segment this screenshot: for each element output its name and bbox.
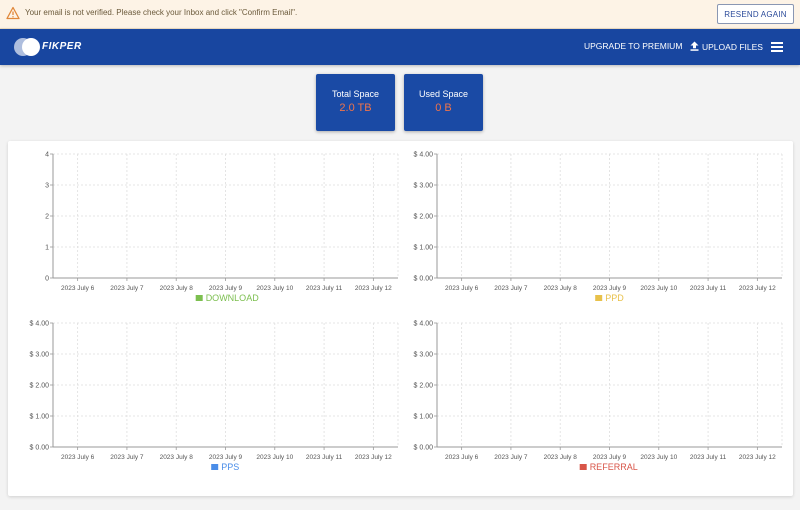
chart-0-legend-label: DOWNLOAD bbox=[206, 293, 260, 303]
chart-0-x-tick-label: 2023 July 8 bbox=[160, 285, 194, 292]
chart-3-x-tick-label: 2023 July 11 bbox=[690, 454, 727, 461]
chart-2-x-tick-label: 2023 July 9 bbox=[209, 454, 243, 461]
chart-1-x-tick-label: 2023 July 9 bbox=[593, 285, 627, 292]
chart-3-y-tick-label: $ 0.00 bbox=[414, 445, 434, 452]
logo-text: FIKPER bbox=[42, 41, 82, 52]
chart-3-x-tick-label: 2023 July 8 bbox=[544, 454, 578, 461]
chart-1-y-tick-label: $ 4.00 bbox=[414, 152, 434, 159]
chart-0-x-tick-label: 2023 July 10 bbox=[256, 285, 293, 292]
chart-0-y-tick-label: 4 bbox=[45, 152, 49, 159]
chart-2-legend-swatch bbox=[211, 464, 219, 470]
chart-1-x-tick-label: 2023 July 6 bbox=[445, 285, 479, 292]
chart-3-x-tick-label: 2023 July 12 bbox=[739, 454, 776, 461]
chart-0-y-tick-label: 0 bbox=[45, 276, 49, 283]
chart-1-x-tick-label: 2023 July 8 bbox=[544, 285, 578, 292]
chart-2-x-tick-label: 2023 July 6 bbox=[61, 454, 95, 461]
used-space-label: Used Space bbox=[418, 89, 469, 99]
chart-1-y-tick-label: $ 3.00 bbox=[414, 183, 434, 190]
resend-again-button[interactable]: RESEND AGAIN bbox=[717, 4, 794, 24]
email-verification-alert: Your email is not verified. Please check… bbox=[0, 0, 800, 29]
upload-files-link[interactable]: UPLOAD FILES bbox=[690, 41, 763, 52]
chart-2-y-tick-label: $ 4.00 bbox=[30, 321, 50, 328]
chart-3-x-tick-label: 2023 July 9 bbox=[593, 454, 627, 461]
chart-0-x-tick-label: 2023 July 12 bbox=[355, 285, 392, 292]
chart-0-y-tick-label: 3 bbox=[45, 183, 49, 190]
chart-1-legend-swatch bbox=[595, 295, 603, 301]
chart-0-y-tick-label: 2 bbox=[45, 214, 49, 221]
chart-3-y-tick-label: $ 2.00 bbox=[414, 383, 434, 390]
chart-0-x-tick-label: 2023 July 11 bbox=[306, 285, 343, 292]
chart-2-x-tick-label: 2023 July 12 bbox=[355, 454, 392, 461]
total-space-value: 2.0 TB bbox=[339, 102, 372, 114]
charts-card: 0 1 2 3 4 2023 July 6 2023 July 7 2023 July 8 20… bbox=[8, 141, 793, 496]
chart-1-y-tick-label: $ 1.00 bbox=[414, 245, 434, 252]
chart-3-x-tick-label: 2023 July 6 bbox=[445, 454, 479, 461]
chart-1-y-tick-label: $ 0.00 bbox=[414, 276, 434, 283]
chart-3-y-tick-label: $ 1.00 bbox=[414, 414, 434, 421]
chart-3-y-tick-label: $ 4.00 bbox=[414, 321, 434, 328]
chart-2-y-tick-label: $ 3.00 bbox=[30, 352, 50, 359]
chart-1-legend-label: PPD bbox=[605, 293, 624, 303]
chart-1-x-tick-label: 2023 July 11 bbox=[690, 285, 727, 292]
chart-3-x-tick-label: 2023 July 7 bbox=[494, 454, 528, 461]
chart-1-x-tick-label: 2023 July 7 bbox=[494, 285, 528, 292]
chart-2-x-tick-label: 2023 July 8 bbox=[160, 454, 194, 461]
logo-circle-front bbox=[22, 38, 40, 56]
upgrade-to-premium-link[interactable]: UPGRADE TO PREMIUM bbox=[584, 41, 682, 51]
chart-0-x-tick-label: 2023 July 6 bbox=[61, 285, 95, 292]
chart-1-y-tick-label: $ 2.00 bbox=[414, 214, 434, 221]
chart-3-x-tick-label: 2023 July 10 bbox=[640, 454, 677, 461]
chart-1-x-tick-label: 2023 July 12 bbox=[739, 285, 776, 292]
total-space-label: Total Space bbox=[331, 89, 380, 99]
fikper-logo[interactable]: FIKPER bbox=[14, 37, 94, 57]
chart-3-legend-label: REFERRAL bbox=[590, 462, 638, 472]
chart-2-y-tick-label: $ 2.00 bbox=[30, 383, 50, 390]
chart-2-x-tick-label: 2023 July 11 bbox=[306, 454, 343, 461]
chart-2-y-tick-label: $ 1.00 bbox=[30, 414, 50, 421]
alert-message: Your email is not verified. Please check… bbox=[25, 8, 298, 17]
upload-icon bbox=[690, 41, 699, 51]
warning-triangle-icon bbox=[6, 6, 20, 20]
total-space-card: Total Space 2.0 TB bbox=[316, 74, 395, 131]
used-space-card: Used Space 0 B bbox=[404, 74, 483, 131]
chart-3-legend-swatch bbox=[579, 464, 587, 470]
charts-canvas: 0 1 2 3 4 2023 July 6 2023 July 7 2023 July 8 20… bbox=[30, 152, 783, 472]
chart-2-legend-label: PPS bbox=[221, 462, 239, 472]
chart-0-x-tick-label: 2023 July 9 bbox=[209, 285, 243, 292]
top-navbar: FIKPER UPGRADE TO PREMIUM UPLOAD FILES bbox=[0, 29, 800, 65]
chart-2-y-tick-label: $ 0.00 bbox=[30, 445, 50, 452]
chart-1-x-tick-label: 2023 July 10 bbox=[640, 285, 677, 292]
chart-0-legend-swatch bbox=[195, 295, 203, 301]
chart-0-y-tick-label: 1 bbox=[45, 245, 49, 252]
chart-2-x-tick-label: 2023 July 10 bbox=[256, 454, 293, 461]
chart-3-y-tick-label: $ 3.00 bbox=[414, 352, 434, 359]
used-space-value: 0 B bbox=[435, 102, 452, 114]
chart-0-x-tick-label: 2023 July 7 bbox=[110, 285, 144, 292]
chart-2-x-tick-label: 2023 July 7 bbox=[110, 454, 144, 461]
hamburger-menu-icon[interactable] bbox=[771, 42, 783, 52]
upload-files-label: UPLOAD FILES bbox=[702, 42, 763, 52]
